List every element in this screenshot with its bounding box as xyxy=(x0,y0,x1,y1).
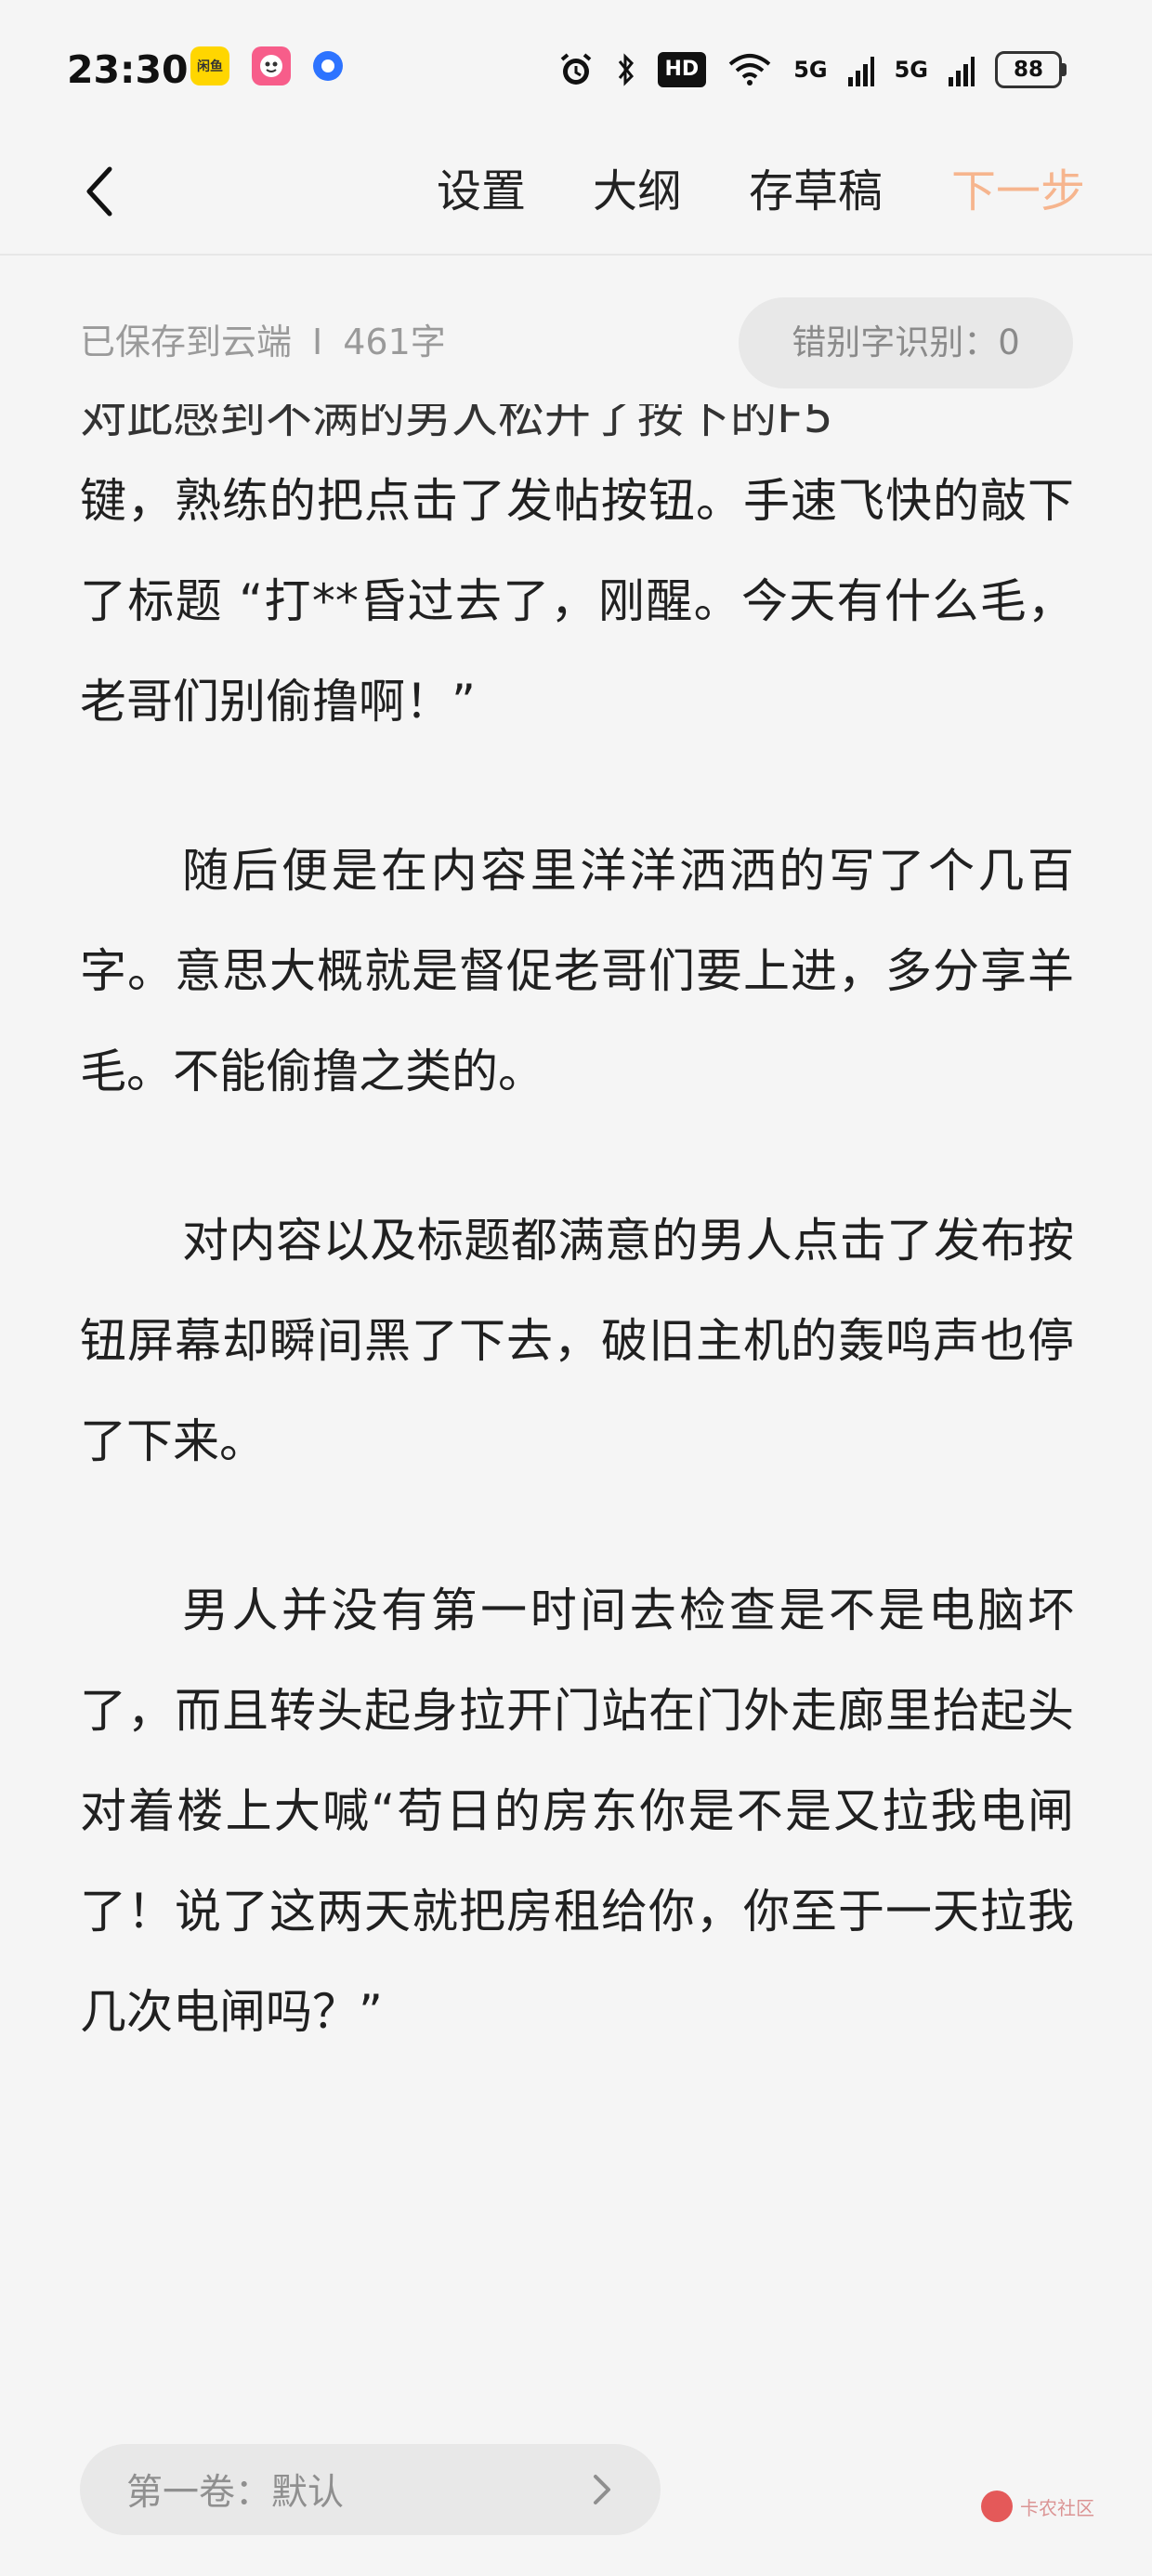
status-bar: 23:30 闲鱼 HD 5G 5G 88 xyxy=(0,0,1152,139)
outline-button[interactable]: 大纲 xyxy=(593,156,682,227)
settings-button[interactable]: 设置 xyxy=(437,156,526,227)
chevron-right-icon xyxy=(594,2475,610,2504)
notification-app-icons: 闲鱼 xyxy=(190,46,343,85)
paragraph-4: 男人并没有第一时间去检查是不是电脑坏了，而且转头起身拉开门站在门外走廊里抬起头对… xyxy=(80,1584,1074,2039)
paragraph-2: 随后便是在内容里洋洋洒洒的写了个几百字。意思大概就是督促老哥们要上进，多分享羊毛… xyxy=(80,844,1074,1098)
battery-indicator: 88 xyxy=(995,51,1067,88)
wifi-icon xyxy=(728,54,771,85)
ghost-face-icon xyxy=(260,55,282,77)
system-status-icons: HD 5G 5G 88 xyxy=(557,46,1067,94)
volume-selector[interactable]: 第一卷：默认 xyxy=(80,2444,661,2535)
next-step-button[interactable]: 下一步 xyxy=(951,156,1085,227)
battery-level: 88 xyxy=(995,51,1062,88)
xianyu-app-icon: 闲鱼 xyxy=(190,46,229,85)
save-status: 已保存到云端 I 461字 xyxy=(80,316,446,368)
paragraph-1: 键，熟练的把点击了发帖按钮。手速飞快的敲下了标题 “打**昏过去了，刚醒。今天有… xyxy=(80,474,1074,729)
signal-strength-icon-2 xyxy=(949,57,975,86)
typo-check-button[interactable]: 错别字识别：0 xyxy=(739,297,1073,388)
alarm-clock-icon xyxy=(560,53,591,85)
word-count: 461字 xyxy=(343,322,446,362)
cloud-saved-text: 已保存到云端 xyxy=(80,322,293,362)
save-separator: I xyxy=(312,322,323,362)
save-draft-button[interactable]: 存草稿 xyxy=(749,156,883,227)
community-watermark: 卡农社区 xyxy=(981,2491,1094,2522)
chat-app-icon xyxy=(252,46,291,85)
chevron-left-icon xyxy=(86,166,112,217)
volume-label: 第一卷：默认 xyxy=(126,2472,345,2514)
blue-app-icon xyxy=(313,51,343,81)
signal-strength-icon xyxy=(847,57,874,86)
battery-tip xyxy=(1062,63,1067,76)
watermark-logo-icon xyxy=(981,2491,1013,2522)
watermark-text: 卡农社区 xyxy=(1020,2496,1094,2519)
editor-toolbar: 设置 大纲 存草稿 下一步 xyxy=(0,139,1152,256)
paragraph-3: 对内容以及标题都满意的男人点击了发布按钮屏幕却瞬间黑了下去，破旧主机的轰鸣声也停… xyxy=(80,1214,1074,1468)
network-type-2: 5G xyxy=(894,57,928,83)
editor-text-area[interactable]: 对此感到不满的男人松开了按下的F5 键，熟练的把点击了发帖按钮。手速飞快的敲下了… xyxy=(80,404,1074,2096)
back-button[interactable] xyxy=(67,158,134,225)
status-time: 23:30 xyxy=(67,47,189,92)
network-type-1: 5G xyxy=(793,57,828,83)
bluetooth-icon xyxy=(618,53,634,86)
hd-voice-badge: HD xyxy=(657,52,707,87)
clipped-text-line: 对此感到不满的男人松开了按下的F5 xyxy=(80,404,833,443)
